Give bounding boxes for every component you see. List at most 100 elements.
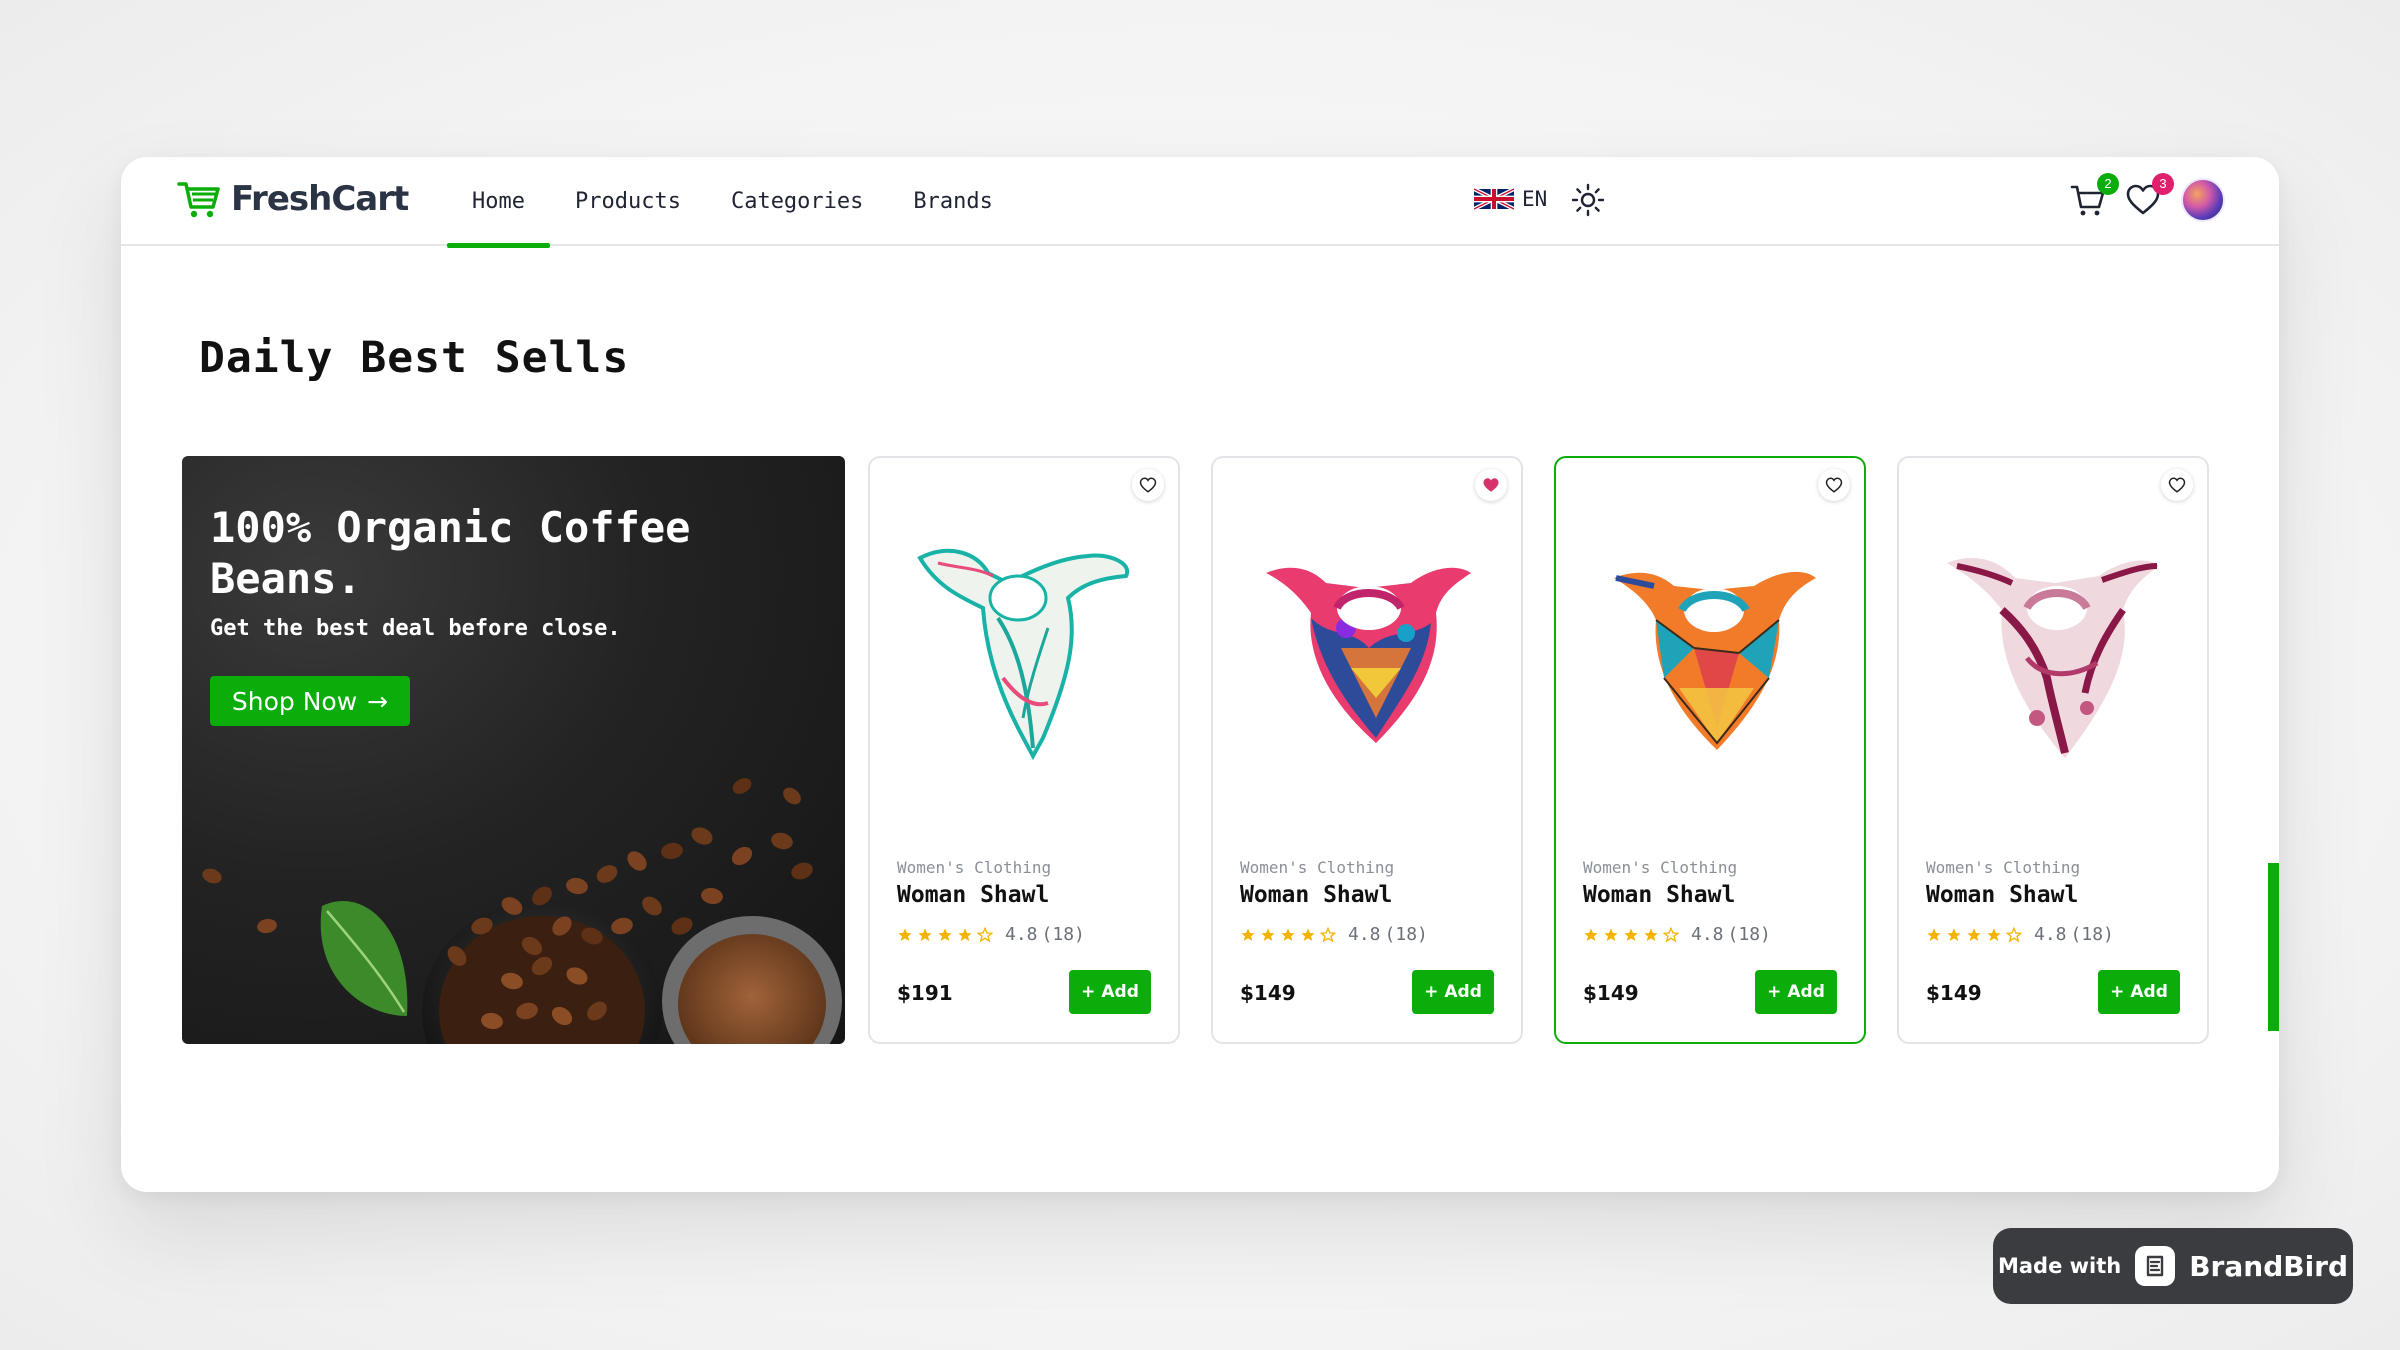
product-category: Women's Clothing (897, 858, 1052, 877)
wishlist-toggle[interactable] (1132, 469, 1164, 501)
brandbird-label: BrandBird (2189, 1249, 2349, 1283)
arrow-right-icon: → (367, 686, 389, 716)
star-icon (958, 927, 972, 941)
star-icon (938, 927, 952, 941)
sun-icon[interactable] (1571, 183, 1605, 217)
product-image (1266, 567, 1471, 743)
add-label: Add (1787, 982, 1825, 1002)
star-icon (1967, 927, 1981, 941)
star-rating (1240, 926, 1336, 943)
product-rating: 4.8 (18) (1583, 924, 1771, 945)
language-selector[interactable]: EN (1474, 187, 1547, 211)
product-card[interactable]: Women's Clothing Woman Shawl 4.8 (18) $1… (1897, 456, 2209, 1044)
add-to-cart-button[interactable]: + Add (2098, 970, 2180, 1014)
wishlist-button[interactable]: 3 (2124, 173, 2174, 223)
banner-subtitle: Get the best deal before close. (210, 616, 621, 641)
product-price: $149 (1240, 981, 1296, 1005)
plus-icon: + (1767, 982, 1782, 1002)
cart-logo-icon (177, 182, 220, 218)
product-rating: 4.8 (18) (1926, 924, 2114, 945)
add-to-cart-button[interactable]: + Add (1412, 970, 1494, 1014)
add-label: Add (1444, 982, 1482, 1002)
heart-outline-icon (2168, 477, 2186, 493)
review-count: (18) (1384, 924, 1428, 945)
product-name[interactable]: Woman Shawl (1926, 882, 2078, 908)
wishlist-count-badge: 3 (2152, 173, 2174, 195)
plus-icon: + (2110, 982, 2125, 1002)
star-outline-icon (2006, 926, 2022, 942)
heart-outline-icon (1139, 477, 1157, 493)
navbar: FreshCart Home Products Categories Brand… (121, 157, 2279, 248)
cart-button[interactable]: 2 (2069, 173, 2119, 223)
product-price: $149 (1583, 981, 1639, 1005)
star-outline-icon (1663, 926, 1679, 942)
star-icon (918, 927, 932, 941)
plus-icon: + (1424, 982, 1439, 1002)
wishlist-toggle[interactable] (1818, 469, 1850, 501)
star-icon (1604, 927, 1618, 941)
add-label: Add (1101, 982, 1139, 1002)
rating-value: 4.8 (1348, 924, 1381, 945)
star-outline-icon (977, 926, 993, 942)
product-card[interactable]: Women's Clothing Woman Shawl 4.8 (18) $1… (1554, 456, 1866, 1044)
heart-outline-icon (1825, 477, 1843, 493)
product-rating: 4.8 (18) (897, 924, 1085, 945)
product-name[interactable]: Woman Shawl (1240, 882, 1392, 908)
star-rating (1583, 926, 1679, 943)
nav-link-categories[interactable]: Categories (706, 157, 888, 246)
star-icon (1644, 927, 1658, 941)
product-price: $191 (897, 981, 953, 1005)
scroll-indicator[interactable] (2268, 863, 2279, 1031)
star-icon (1241, 927, 1255, 941)
uk-flag-icon (1474, 188, 1514, 210)
star-rating (1926, 926, 2022, 943)
made-with-badge[interactable]: Made with BrandBird (1993, 1228, 2353, 1304)
star-icon (1584, 927, 1598, 941)
nav-link-home[interactable]: Home (447, 157, 550, 248)
review-count: (18) (1041, 924, 1085, 945)
product-price: $149 (1926, 981, 1982, 1005)
rating-value: 4.8 (1691, 924, 1724, 945)
main-nav: Home Products Categories Brands (447, 157, 1018, 248)
nav-link-brands[interactable]: Brands (888, 157, 1017, 246)
shop-now-label: Shop Now (231, 686, 358, 716)
star-outline-icon (1320, 926, 1336, 942)
add-to-cart-button[interactable]: + Add (1069, 970, 1151, 1014)
star-rating (897, 926, 993, 943)
star-icon (1987, 927, 2001, 941)
plus-icon: + (1081, 982, 1096, 1002)
rating-value: 4.8 (2034, 924, 2067, 945)
nav-link-products[interactable]: Products (550, 157, 706, 246)
shop-now-button[interactable]: Shop Now → (210, 676, 410, 726)
brand-name: FreshCart (231, 179, 409, 219)
product-name[interactable]: Woman Shawl (897, 882, 1049, 908)
made-with-label: Made with (1997, 1254, 2122, 1278)
rating-value: 4.8 (1005, 924, 1038, 945)
product-category: Women's Clothing (1240, 858, 1395, 877)
star-icon (1947, 927, 1961, 941)
star-icon (1261, 927, 1275, 941)
star-icon (1281, 927, 1295, 941)
product-category: Women's Clothing (1583, 858, 1738, 877)
star-icon (1301, 927, 1315, 941)
logo[interactable]: FreshCart (177, 179, 409, 219)
product-card[interactable]: Women's Clothing Woman Shawl 4.8 (18) $1… (868, 456, 1180, 1044)
review-count: (18) (1727, 924, 1771, 945)
section-title: Daily Best Sells (199, 333, 630, 383)
cart-count-badge: 2 (2097, 173, 2119, 195)
product-card[interactable]: Women's Clothing Woman Shawl 4.8 (18) $1… (1211, 456, 1523, 1044)
star-icon (1624, 927, 1638, 941)
star-icon (898, 927, 912, 941)
wishlist-toggle[interactable] (1475, 469, 1507, 501)
add-label: Add (2130, 982, 2168, 1002)
add-to-cart-button[interactable]: + Add (1755, 970, 1837, 1014)
product-name[interactable]: Woman Shawl (1583, 882, 1735, 908)
wishlist-toggle[interactable] (2161, 469, 2193, 501)
banner-title: 100% Organic Coffee Beans. (210, 503, 691, 603)
product-image (917, 548, 1130, 761)
review-count: (18) (2070, 924, 2114, 945)
avatar[interactable] (2181, 178, 2225, 222)
language-label: EN (1522, 187, 1548, 211)
product-rating: 4.8 (18) (1240, 924, 1428, 945)
brandbird-logo-icon (2135, 1246, 2176, 1286)
